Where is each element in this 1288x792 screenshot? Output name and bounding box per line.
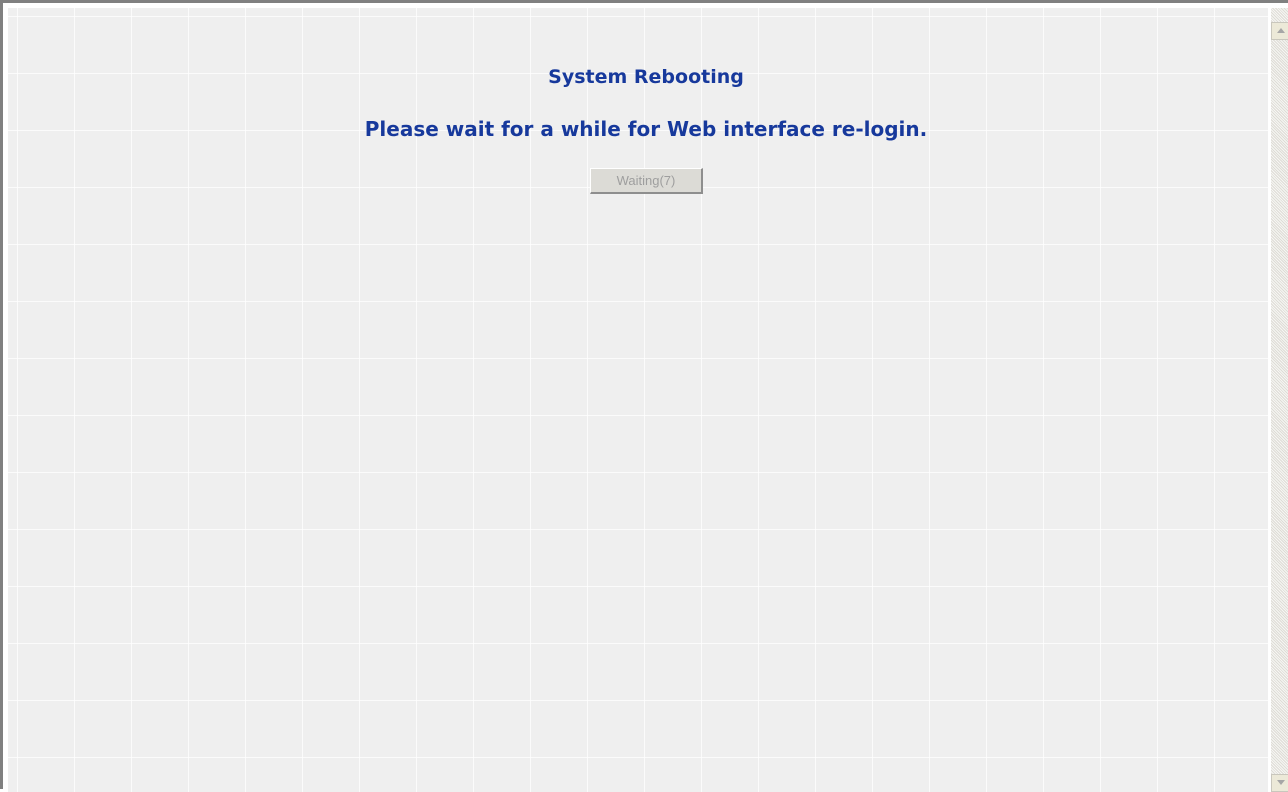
waiting-button[interactable]: Waiting(7) — [590, 168, 703, 194]
arrow-up-icon — [1277, 28, 1285, 33]
status-message: Please wait for a while for Web interfac… — [364, 117, 928, 141]
scroll-up-button[interactable] — [1271, 22, 1288, 40]
page-title: System Rebooting — [548, 66, 744, 88]
browser-frame: System Rebooting Please wait for a while… — [0, 0, 1288, 792]
vertical-scrollbar[interactable] — [1271, 8, 1288, 792]
scroll-down-button[interactable] — [1271, 774, 1288, 792]
page-content: System Rebooting Please wait for a while… — [8, 8, 1268, 792]
arrow-down-icon — [1277, 780, 1285, 785]
